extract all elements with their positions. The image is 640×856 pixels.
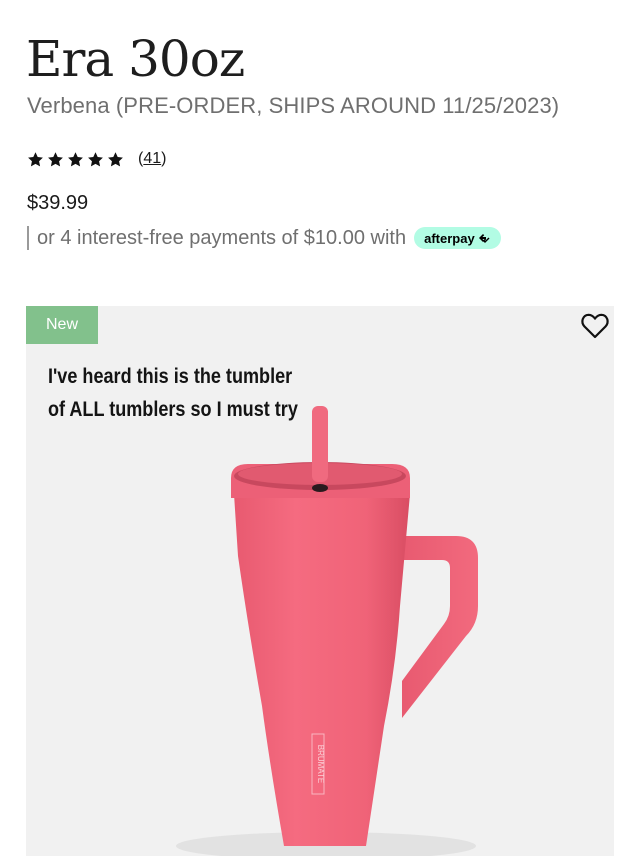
new-badge: New: [26, 306, 98, 344]
caption-line-2: of ALL tumblers so I must try: [48, 398, 298, 421]
review-count-close: ): [161, 150, 167, 167]
product-image[interactable]: BRUMATE New I've heard this is the tumbl…: [26, 306, 614, 856]
star-icon: [108, 151, 123, 166]
rating-row[interactable]: (41): [27, 150, 166, 168]
star-rating: [27, 151, 124, 168]
review-count: 41: [143, 150, 162, 167]
star-icon: [48, 151, 63, 166]
product-title: Era 30oz: [26, 30, 245, 88]
product-variant: Verbena (PRE-ORDER, SHIPS AROUND 11/25/2…: [27, 93, 560, 118]
installment-text: or 4 interest-free payments of $10.00 wi…: [37, 226, 407, 249]
caption-line-1: I've heard this is the tumbler: [48, 365, 293, 388]
afterpay-badge[interactable]: afterpay: [414, 227, 501, 249]
star-icon: [68, 151, 83, 166]
afterpay-arrows-icon: [478, 234, 490, 243]
installment-info: or 4 interest-free payments of $10.00 wi…: [27, 226, 501, 250]
afterpay-label: afterpay: [424, 230, 475, 246]
product-price: $39.99: [27, 192, 89, 214]
star-icon: [88, 151, 103, 166]
image-caption: I've heard this is the tumbler of ALL tu…: [48, 360, 358, 426]
divider: [27, 226, 29, 250]
heart-outline-icon[interactable]: [580, 312, 610, 340]
review-count-link[interactable]: (41): [138, 150, 166, 168]
tumbler-brand-text: BRUMATE: [316, 745, 325, 784]
star-icon: [28, 151, 43, 166]
